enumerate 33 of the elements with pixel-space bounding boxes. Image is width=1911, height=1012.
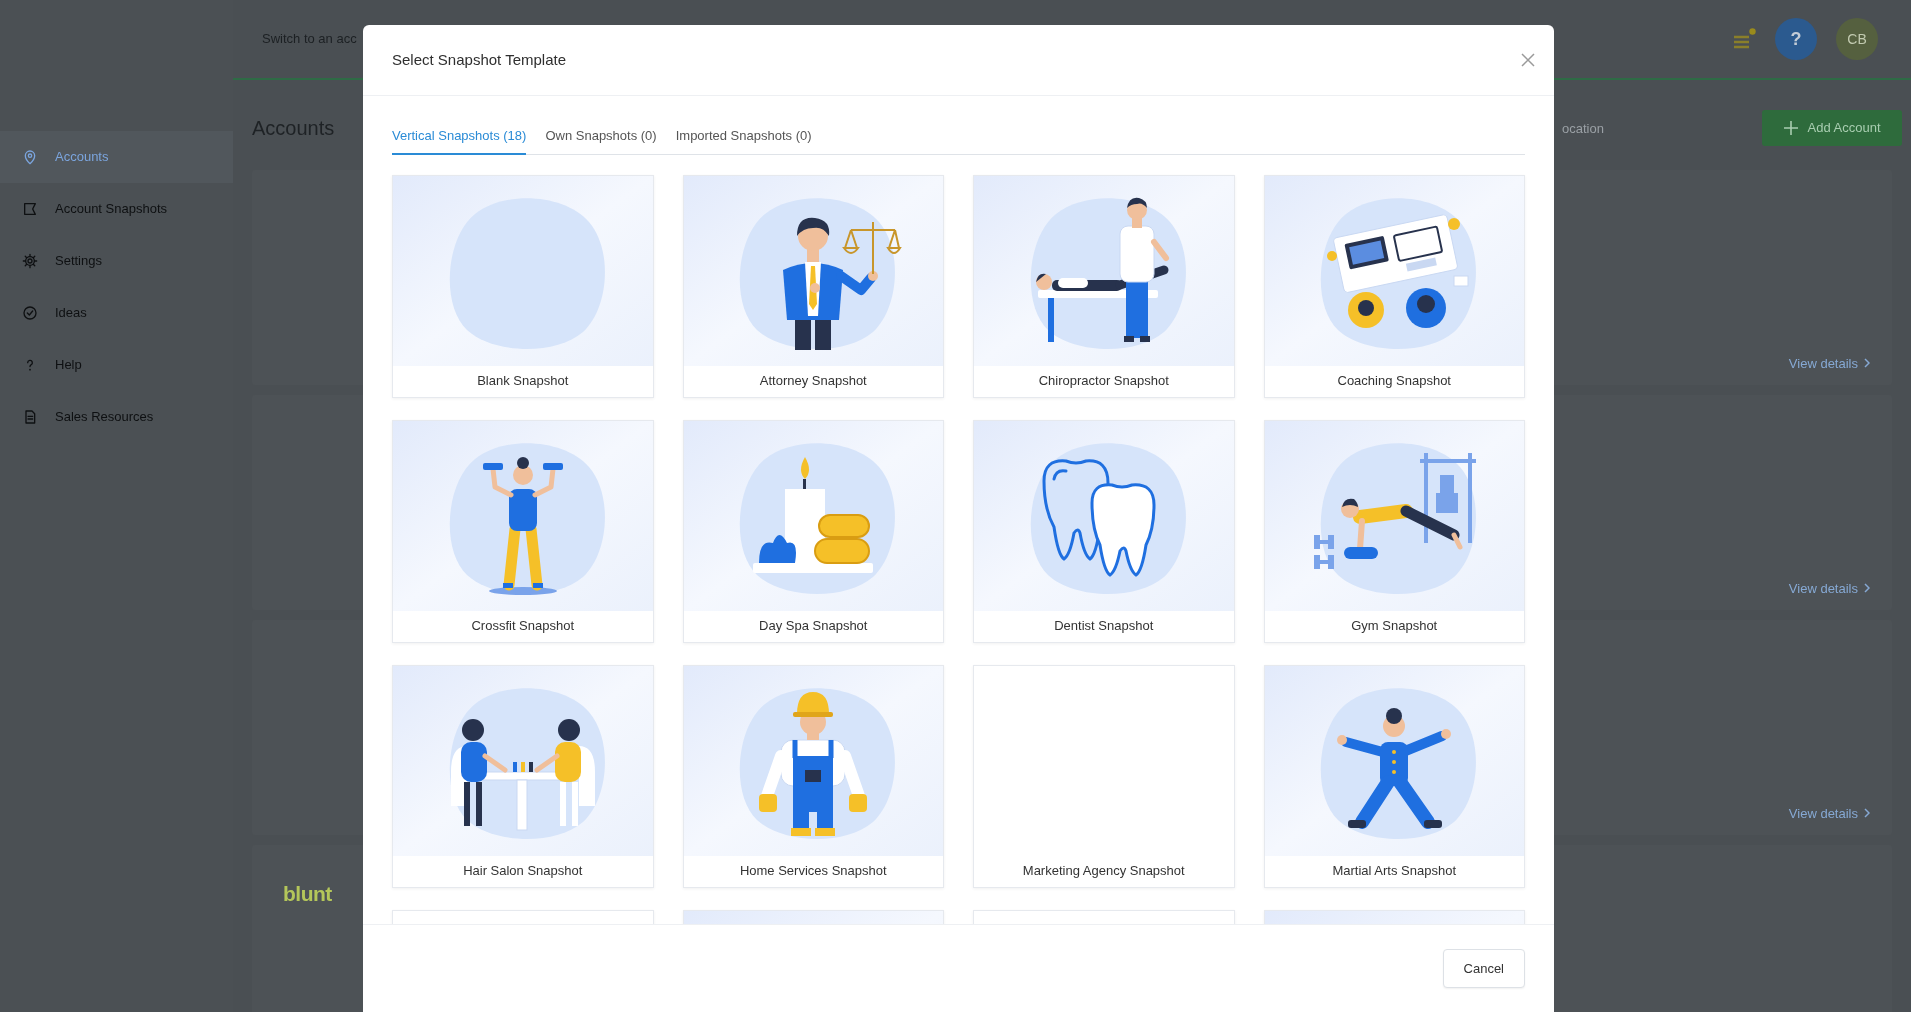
cancel-button[interactable]: Cancel: [1442, 949, 1525, 988]
template-card[interactable]: Chiropractor Snapshot: [973, 174, 1235, 398]
template-card[interactable]: Blank Snapshot: [392, 174, 654, 398]
map-pin-icon: [22, 149, 38, 165]
chevron-right-icon: [1864, 583, 1870, 594]
user-avatar[interactable]: CB: [1836, 18, 1878, 60]
template-card[interactable]: Martial Arts Snapshot: [1263, 664, 1525, 888]
close-icon[interactable]: [1521, 53, 1535, 67]
template-card[interactable]: Crossfit Snapshot: [392, 419, 654, 643]
company-logo: blunt: [283, 881, 332, 907]
tab[interactable]: Own Snapshots (0): [545, 122, 657, 155]
add-account-button[interactable]: Add Account: [1762, 110, 1902, 146]
tab[interactable]: Vertical Snapshots (18): [392, 122, 527, 155]
tab[interactable]: Imported Snapshots (0): [675, 122, 812, 155]
template-card[interactable]: Attorney Snapshot: [682, 174, 944, 398]
search-field[interactable]: ocation: [1559, 110, 1745, 146]
template-card[interactable]: Hair Salon Snapshot: [392, 664, 654, 888]
template-card[interactable]: Day Spa Snapshot: [682, 419, 944, 643]
check-circle-icon: [22, 305, 38, 321]
plus-icon: [1783, 121, 1798, 135]
template-card[interactable]: Home Services Snapshot: [682, 664, 944, 888]
dialog-title: Select Snapshot Template: [392, 49, 566, 70]
chevron-right-icon: [1864, 808, 1870, 819]
notification-list-icon[interactable]: [1732, 28, 1756, 50]
flag-icon: [22, 201, 38, 217]
template-card[interactable]: Gym Snapshot: [1263, 419, 1525, 643]
help-button[interactable]: ?: [1775, 18, 1817, 60]
document-icon: [22, 409, 38, 425]
template-card[interactable]: Marketing Agency Snapshot: [973, 664, 1235, 888]
template-card[interactable]: Coaching Snapshot: [1263, 174, 1525, 398]
chevron-right-icon: [1864, 358, 1870, 369]
settings-icon: [22, 253, 38, 269]
template-card[interactable]: Dentist Snapshot: [973, 419, 1235, 643]
